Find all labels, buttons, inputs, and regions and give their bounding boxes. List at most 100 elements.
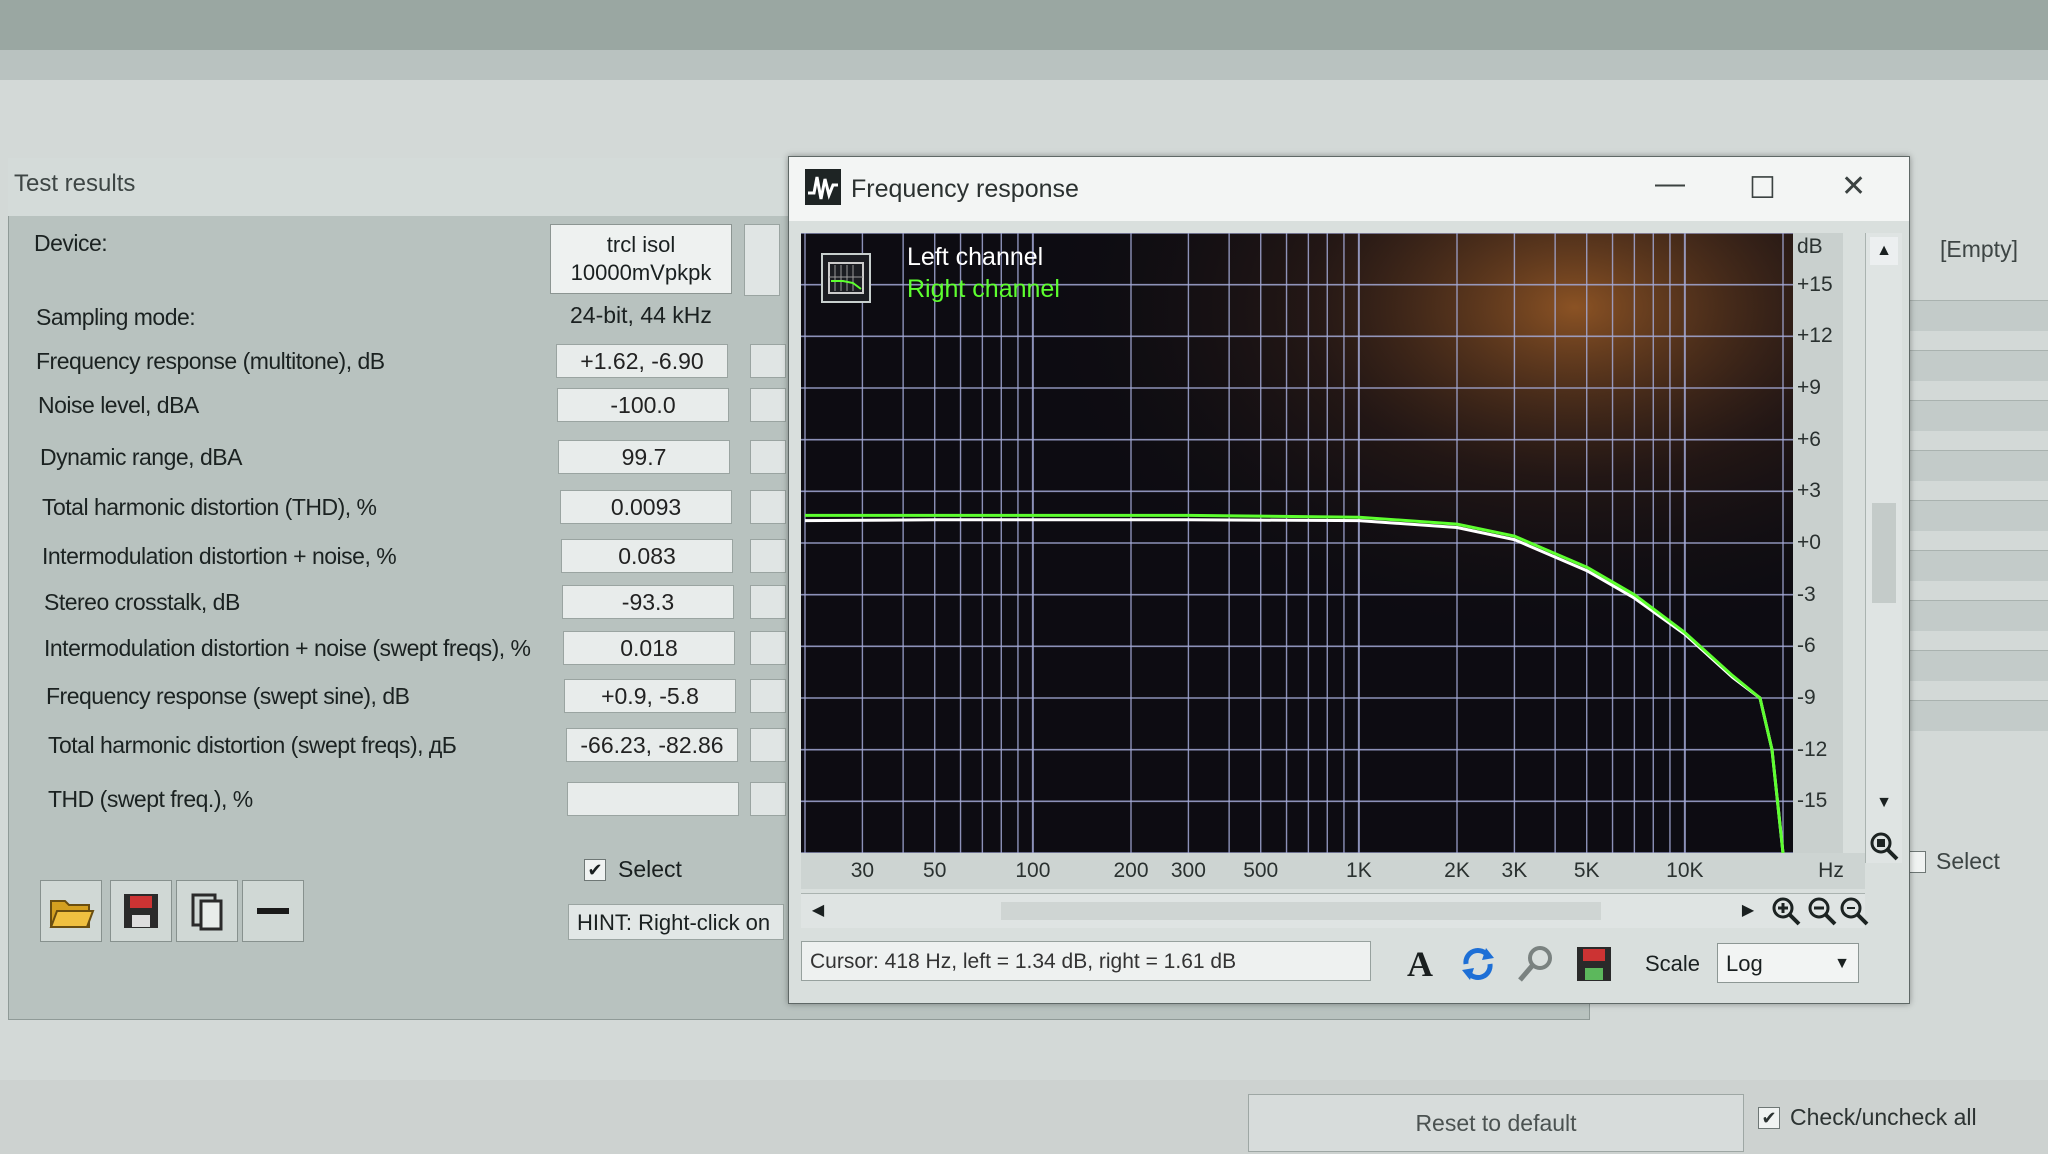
check-all-row[interactable]: ✔ Check/uncheck all (1758, 1104, 1977, 1131)
horizontal-scroll-thumb[interactable] (1001, 902, 1601, 920)
horizontal-scrollbar[interactable]: ◀ ▶ (801, 893, 1869, 928)
refresh-icon[interactable] (1455, 941, 1501, 987)
result-row-label: Total harmonic distortion (swept freqs),… (48, 732, 457, 758)
fr-titlebar[interactable]: Frequency response — ☐ ✕ (789, 157, 1909, 221)
result-row-value-col2[interactable] (750, 490, 786, 524)
right-row-strip (1908, 350, 2048, 381)
check-all-label: Check/uncheck all (1790, 1104, 1977, 1130)
right-row-strip (1908, 650, 2048, 681)
check-all-checkbox[interactable]: ✔ (1758, 1106, 1780, 1129)
zoom-tool-icon[interactable] (1513, 941, 1559, 987)
x-tick-label: 30 (850, 859, 875, 882)
save-icon[interactable] (1571, 941, 1617, 987)
scroll-down-arrow-icon[interactable]: ▼ (1870, 789, 1898, 817)
result-row-value-col2[interactable] (750, 782, 786, 816)
result-row-value-col2[interactable] (750, 539, 786, 573)
right-row-strip (1908, 550, 2048, 581)
y-tick-label: +9 (1797, 376, 1821, 399)
result-row-label: Intermodulation distortion + noise (swep… (44, 635, 531, 661)
y-axis: dB +15 +12 +9 +6 +3 +0 -3 -6 -9 -12 -15 (1793, 233, 1843, 853)
y-tick-label: +3 (1797, 479, 1821, 503)
result-row-value[interactable]: 0.083 (561, 539, 733, 573)
result-row-value-col2[interactable] (750, 440, 786, 474)
right-row-strip (1908, 400, 2048, 431)
result-row-value-col2[interactable] (750, 679, 786, 713)
result-row-label: Frequency response (multitone), dB (36, 348, 385, 374)
legend-toggle-icon[interactable] (821, 253, 871, 303)
y-tick-label: -6 (1797, 634, 1816, 658)
document-icon (191, 893, 223, 931)
test-results-title: Test results (14, 170, 136, 197)
select-checkbox-row[interactable]: ✔ Select (584, 856, 682, 883)
open-folder-button[interactable] (40, 880, 102, 942)
result-row-value[interactable]: -93.3 (562, 585, 734, 619)
scale-label: Scale (1645, 951, 1701, 976)
x-tick-label: 10K (1666, 859, 1704, 882)
close-button[interactable]: ✕ (1841, 169, 1866, 204)
result-row-value[interactable]: 0.0093 (560, 490, 732, 524)
frequency-plot[interactable]: Left channel Right channel (801, 233, 1793, 853)
x-tick-label: 200 (1113, 859, 1149, 882)
result-row-value-col2[interactable] (750, 585, 786, 619)
remove-button[interactable] (242, 880, 304, 942)
result-row-value[interactable]: -100.0 (557, 388, 729, 422)
device-column-header[interactable]: trcl isol 10000mVpkpk (550, 224, 732, 294)
y-tick-label: +15 (1797, 272, 1833, 296)
device-column-2[interactable] (744, 224, 780, 296)
vertical-scroll-thumb[interactable] (1872, 503, 1896, 603)
result-row-value[interactable]: 99.7 (558, 440, 730, 474)
reset-to-default-button[interactable]: Reset to default (1248, 1094, 1744, 1152)
minimize-button[interactable]: — (1655, 167, 1685, 201)
scroll-up-arrow-icon[interactable]: ▲ (1870, 237, 1898, 265)
right-row-strip (1908, 700, 2048, 731)
scale-value: Log (1726, 951, 1763, 976)
result-row-label: THD (swept freq.), % (48, 786, 253, 812)
result-row-value[interactable]: +1.62, -6.90 (556, 344, 728, 378)
scroll-right-arrow-icon[interactable]: ▶ (1735, 898, 1761, 924)
zoom-out-icon[interactable] (1805, 894, 1839, 928)
scale-select[interactable]: Log ▼ (1717, 943, 1859, 983)
sampling-mode-label: Sampling mode: (36, 304, 196, 330)
result-row-label: Total harmonic distortion (THD), % (42, 494, 377, 520)
cursor-readout: Cursor: 418 Hz, left = 1.34 dB, right = … (801, 941, 1371, 981)
result-row-value-col2[interactable] (750, 728, 786, 762)
zoom-in-icon[interactable] (1769, 894, 1803, 928)
result-row-value[interactable]: 0.018 (563, 631, 735, 665)
x-tick-label: 3K (1501, 859, 1528, 882)
app-waveform-icon (805, 169, 841, 205)
x-tick-label: 500 (1243, 859, 1279, 882)
maximize-button[interactable]: ☐ (1749, 171, 1776, 206)
empty-column-label: [Empty] (1940, 236, 2018, 262)
select-checkbox[interactable]: ✔ (584, 858, 606, 881)
zoom-out-alt-icon[interactable] (1837, 894, 1871, 928)
y-tick-label: -3 (1797, 582, 1816, 606)
y-axis-unit-label: dB (1797, 235, 1823, 258)
y-tick-label: +0 (1797, 531, 1821, 554)
result-row-value[interactable]: -66.23, -82.86 (566, 728, 738, 762)
result-row-value-col2[interactable] (750, 631, 786, 665)
right-select-row[interactable]: Select (1904, 848, 2000, 875)
copy-button[interactable] (176, 880, 238, 942)
right-row-strip (1908, 500, 2048, 531)
x-tick-label: 300 (1170, 859, 1206, 882)
hint-box: HINT: Right-click on (568, 904, 784, 940)
y-tick-label: -12 (1797, 737, 1828, 761)
y-tick-label: -9 (1797, 686, 1816, 709)
scroll-left-arrow-icon[interactable]: ◀ (805, 898, 831, 924)
save-results-button[interactable] (110, 880, 172, 942)
font-icon[interactable]: A (1397, 941, 1443, 987)
open-folder-icon (49, 900, 95, 928)
zoom-fit-icon[interactable] (1867, 829, 1901, 863)
result-row-value[interactable] (567, 782, 739, 816)
result-row-value-col2[interactable] (750, 344, 786, 378)
device-name: trcl isol (606, 232, 676, 257)
sampling-mode-value: 24-bit, 44 kHz (570, 302, 712, 328)
vertical-scrollbar[interactable]: ▲ ▼ (1865, 233, 1902, 863)
result-row-value-col2[interactable] (750, 388, 786, 422)
frequency-response-window: Frequency response — ☐ ✕ Left channel Ri… (788, 156, 1910, 1004)
chevron-down-icon: ▼ (1834, 955, 1850, 972)
result-row-value[interactable]: +0.9, -5.8 (564, 679, 736, 713)
select-label: Select (618, 856, 682, 882)
result-row-label: Stereo crosstalk, dB (44, 589, 240, 615)
x-axis: 30 50 100 200 300 500 1K 2K 3K 5K 10K Hz (801, 853, 1865, 889)
